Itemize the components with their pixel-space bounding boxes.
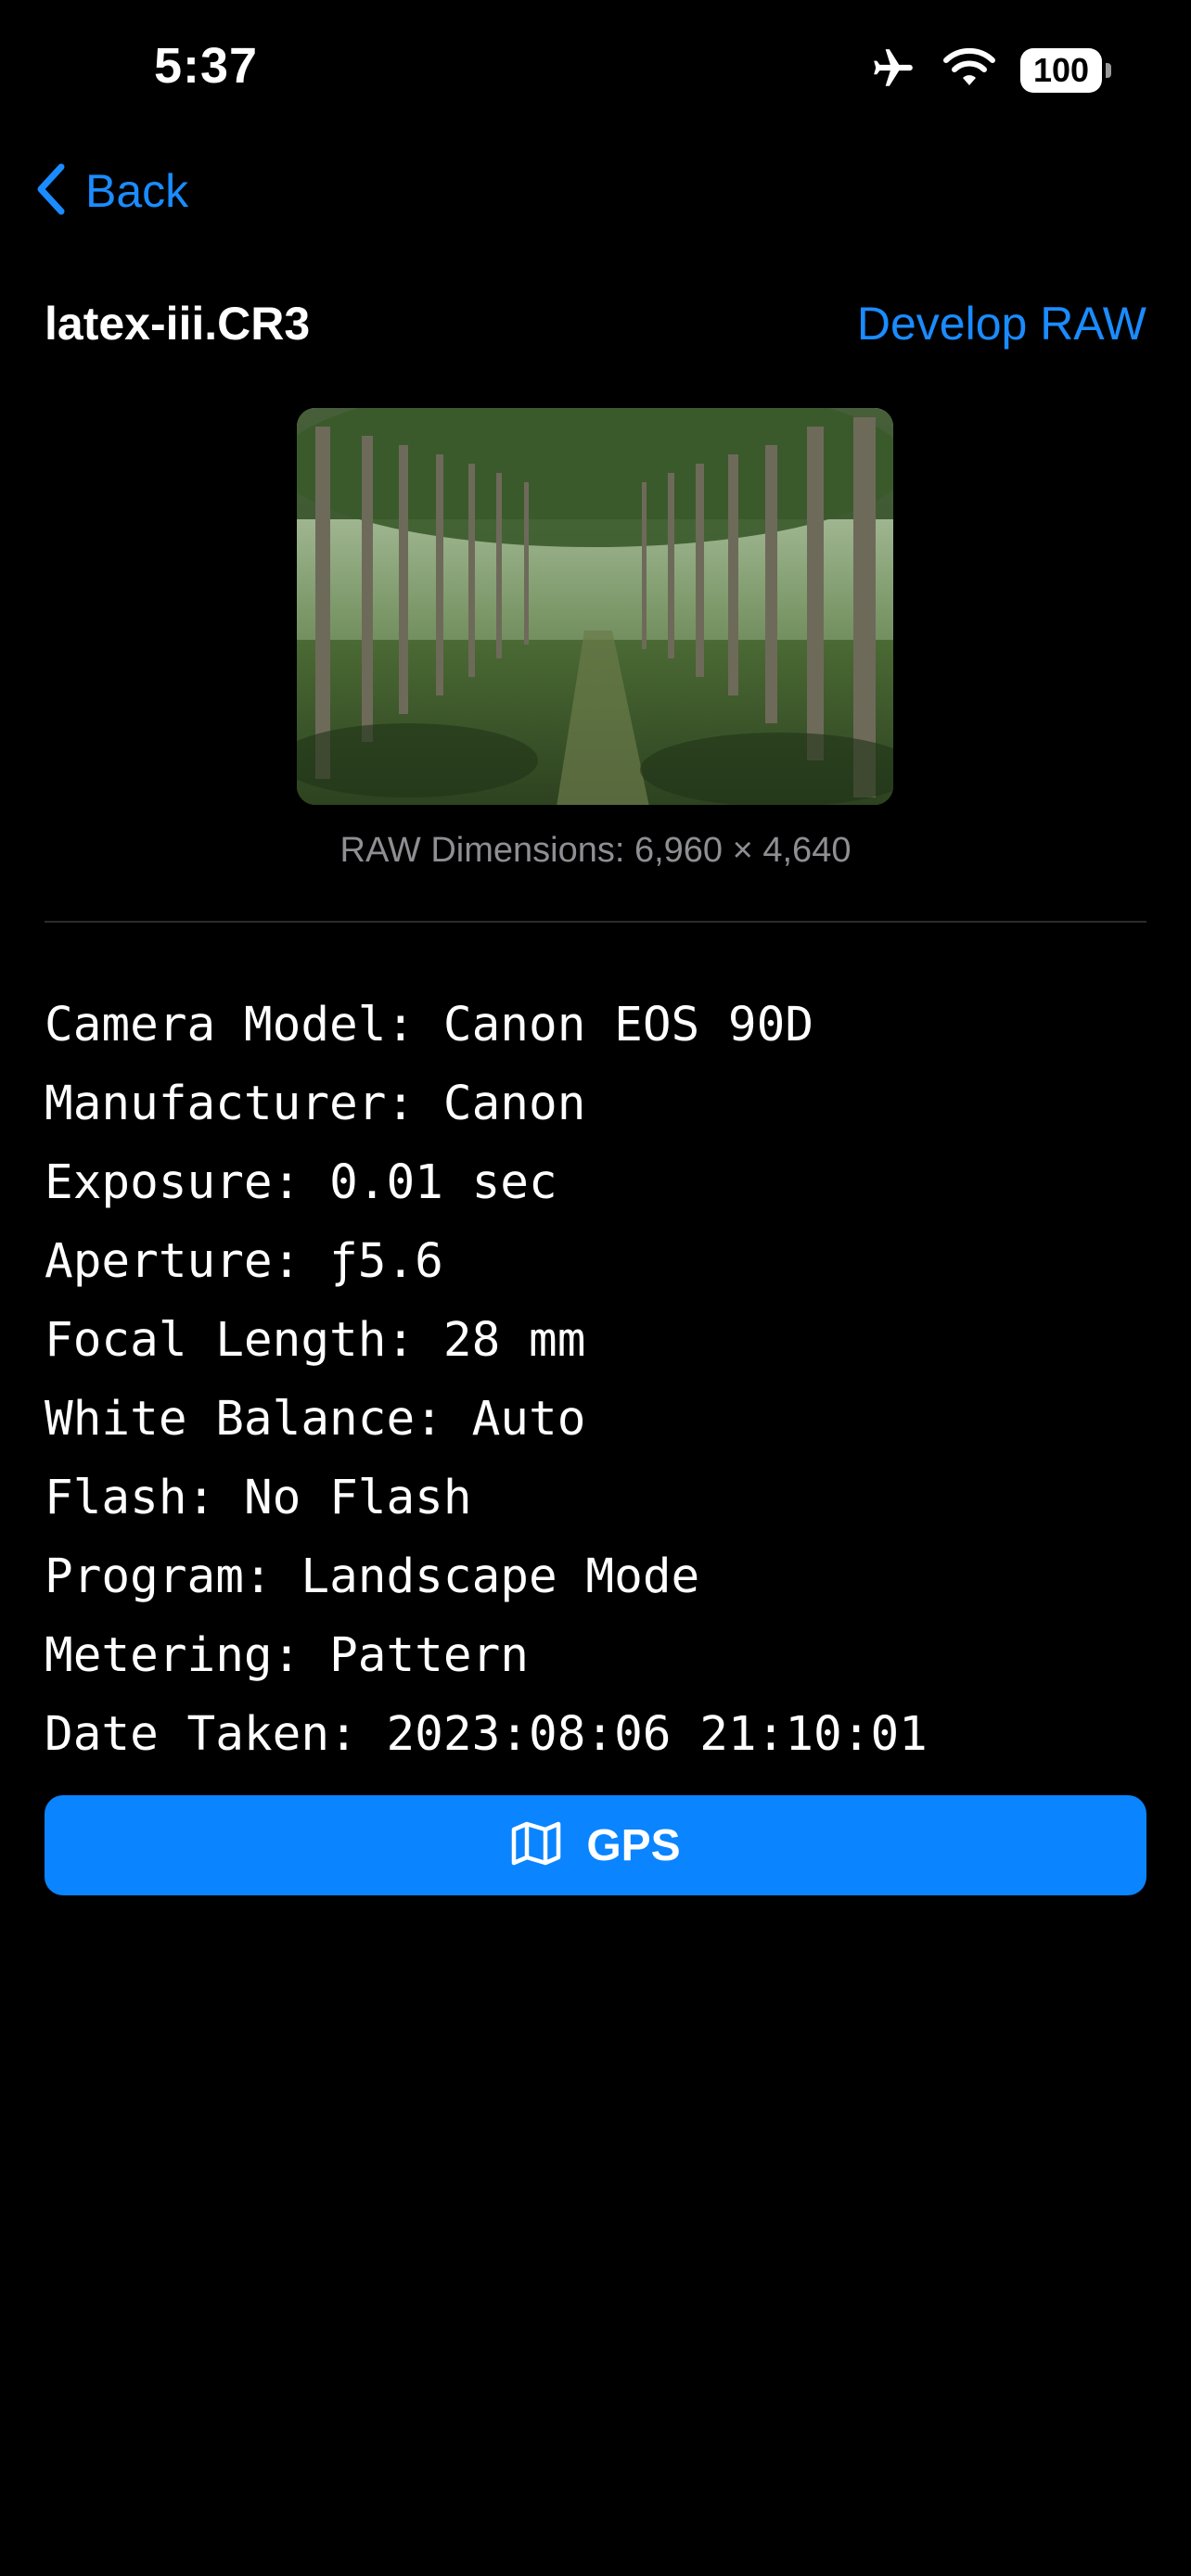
metadata-label: Flash — [45, 1471, 187, 1525]
raw-dimensions-text: RAW Dimensions: 6,960 × 4,640 — [339, 831, 852, 870]
status-icons: 100 — [868, 45, 1111, 96]
battery-cap — [1106, 63, 1111, 78]
metadata-value: Pattern — [329, 1628, 529, 1683]
back-button[interactable]: Back — [33, 158, 188, 224]
divider — [45, 921, 1146, 923]
airplane-icon — [868, 45, 918, 96]
metadata-label: Exposure — [45, 1155, 273, 1210]
metadata-value: Canon — [442, 1077, 586, 1131]
metadata-row-program: Program: Landscape Mode — [45, 1549, 700, 1604]
metadata-label: White Balance — [45, 1392, 416, 1447]
metadata-value: 0.01 sec — [329, 1155, 557, 1210]
metadata-row-camera-model: Camera Model: Canon EOS 90D — [45, 998, 814, 1052]
raw-image-thumbnail — [297, 408, 893, 805]
metadata-value: Landscape Mode — [301, 1549, 700, 1604]
metadata-list: Camera Model: Canon EOS 90D Manufacturer… — [45, 992, 1146, 1780]
back-label: Back — [85, 165, 189, 217]
chevron-left-icon — [33, 161, 67, 222]
metadata-row-flash: Flash: No Flash — [45, 1471, 472, 1525]
metadata-value: Canon EOS 90D — [442, 998, 814, 1052]
metadata-row-manufacturer: Manufacturer: Canon — [45, 1077, 586, 1131]
develop-raw-button[interactable]: Develop RAW — [857, 297, 1146, 351]
map-icon — [510, 1820, 562, 1871]
metadata-row-white-balance: White Balance: Auto — [45, 1392, 586, 1447]
metadata-label: Date Taken — [45, 1707, 330, 1762]
metadata-label: Program — [45, 1549, 244, 1604]
metadata-value: No Flash — [243, 1471, 472, 1525]
metadata-value: Auto — [471, 1392, 586, 1447]
metadata-row-metering: Metering: Pattern — [45, 1628, 529, 1683]
metadata-value: 2023:08:06 21:10:01 — [386, 1707, 928, 1762]
metadata-label: Camera Model — [45, 998, 387, 1052]
battery-level: 100 — [1032, 51, 1090, 89]
metadata-row-exposure: Exposure: 0.01 sec — [45, 1155, 557, 1210]
metadata-label: Manufacturer — [45, 1077, 387, 1131]
metadata-row-focal-length: Focal Length: 28 mm — [45, 1313, 586, 1368]
status-bar: 5:37 100 — [0, 0, 1191, 139]
metadata-row-date-taken: Date Taken: 2023:08:06 21:10:01 — [45, 1707, 928, 1762]
metadata-label: Aperture — [45, 1234, 273, 1289]
wifi-icon — [942, 47, 996, 94]
metadata-row-aperture: Aperture: ƒ5.6 — [45, 1234, 443, 1289]
file-name-title: latex-iii.CR3 — [45, 298, 311, 350]
battery-icon: 100 — [1020, 48, 1111, 93]
metadata-value: ƒ5.6 — [329, 1234, 443, 1289]
gps-label: GPS — [586, 1820, 681, 1870]
metadata-label: Focal Length — [45, 1313, 387, 1368]
gps-button[interactable]: GPS — [45, 1795, 1146, 1895]
status-time: 5:37 — [154, 38, 259, 94]
metadata-value: 28 mm — [442, 1313, 586, 1368]
metadata-label: Metering — [45, 1628, 273, 1683]
